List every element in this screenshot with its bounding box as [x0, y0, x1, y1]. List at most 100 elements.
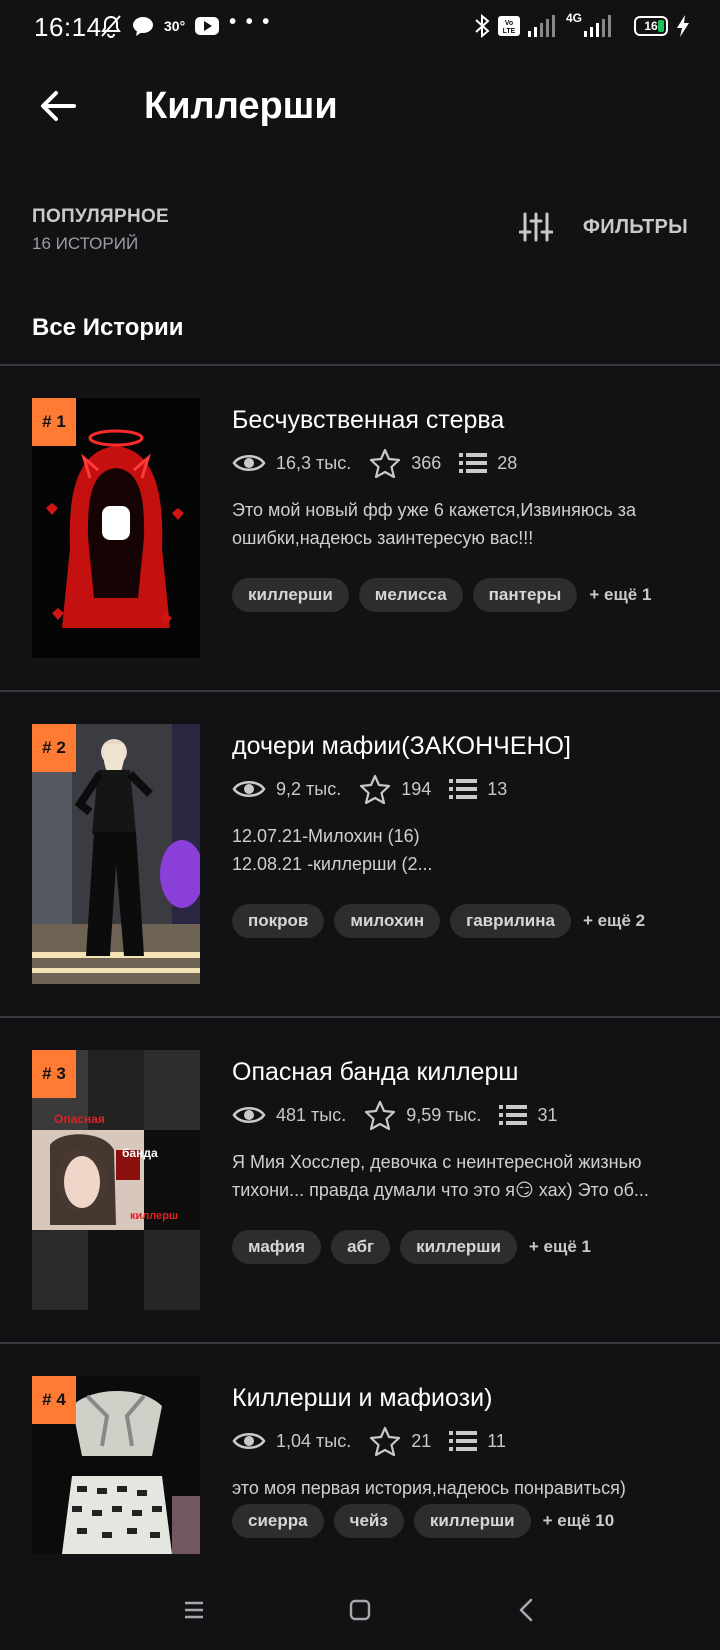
- bell-off-icon: [101, 15, 121, 38]
- votes-stat: 9,59 тыс.: [364, 1100, 481, 1130]
- description-line: 12.08.21 -киллерши (2...: [232, 854, 433, 874]
- list-icon: [449, 1431, 478, 1451]
- status-bar: 16:14 30° • • • Vo LTE 4G 16: [0, 0, 720, 56]
- tag[interactable]: сиерра: [232, 1504, 324, 1538]
- bluetooth-icon: [475, 14, 490, 38]
- cover-text: киллерш: [130, 1210, 179, 1222]
- tag[interactable]: мафия: [232, 1230, 322, 1264]
- story-description: это моя первая история,надеюсь понравить…: [232, 1478, 626, 1498]
- story-stats: 16,3 тыс. 366 28: [232, 448, 535, 478]
- more-tags-link[interactable]: + ещё 1: [589, 585, 651, 605]
- tag[interactable]: чейз: [333, 1504, 404, 1538]
- more-tags-link[interactable]: + ещё 2: [583, 911, 645, 931]
- svg-text:Vo: Vo: [505, 20, 513, 27]
- volte-icon: Vo LTE: [497, 16, 520, 36]
- parts-count: 11: [487, 1430, 506, 1451]
- description-line: тихони... правда думали что это я😏 хах) …: [232, 1180, 649, 1200]
- more-tags-link[interactable]: + ещё 10: [543, 1511, 615, 1531]
- status-time: 16:14: [34, 12, 102, 42]
- tag-list: мафия абг киллерши + ещё 1: [232, 1230, 591, 1264]
- parts-stat: 31: [499, 1104, 557, 1126]
- tag[interactable]: киллерши: [232, 578, 349, 612]
- menu-icon: [185, 1601, 203, 1619]
- story-title[interactable]: дочери мафии(ЗАКОНЧЕНО]: [232, 732, 571, 761]
- home-button[interactable]: [340, 1590, 380, 1630]
- cover-text: Опасная: [54, 1112, 105, 1126]
- story-title[interactable]: Киллерши и мафиози): [232, 1384, 492, 1413]
- status-more-dots: • • •: [229, 10, 272, 33]
- list-icon: [459, 453, 488, 473]
- more-tags-link[interactable]: + ещё 1: [529, 1237, 591, 1257]
- story-card[interactable]: # 3 Опасная банда киллерш Опасная банда …: [0, 1018, 720, 1344]
- page-title: Киллерши: [144, 85, 338, 127]
- signal-icon: [527, 15, 555, 37]
- charging-icon: [677, 15, 689, 37]
- story-stats: 481 тыс. 9,59 тыс. 31: [232, 1100, 575, 1130]
- story-cover[interactable]: # 3 Опасная банда киллерш: [32, 1050, 200, 1310]
- battery-icon: 16: [634, 16, 668, 36]
- story-title[interactable]: Опасная банда киллерш: [232, 1058, 518, 1087]
- system-back-button[interactable]: [506, 1590, 546, 1630]
- views-stat: 9,2 тыс.: [232, 778, 341, 800]
- tag[interactable]: милохин: [334, 904, 441, 938]
- recents-button[interactable]: [174, 1590, 214, 1630]
- battery-level: 16: [644, 19, 658, 33]
- views-count: 16,3 тыс.: [276, 452, 352, 473]
- section-title: Все Истории: [32, 314, 184, 341]
- svg-text:LTE: LTE: [503, 28, 516, 35]
- parts-count: 31: [537, 1104, 558, 1125]
- tag[interactable]: киллерши: [413, 1504, 531, 1538]
- story-description: Я Мия Хосслер, девочка с неинтересной жи…: [232, 1148, 688, 1204]
- tag[interactable]: мелисса: [358, 578, 463, 612]
- story-cover[interactable]: # 1: [32, 398, 200, 658]
- signal-icon: [584, 15, 611, 37]
- parts-stat: 28: [459, 452, 517, 474]
- story-card[interactable]: # 4 Киллерши и мафиози) 1,04 тыс. 21 11 …: [0, 1344, 720, 1554]
- list-icon: [499, 1105, 528, 1125]
- sort-selector[interactable]: ПОПУЛЯРНОЕ 16 ИСТОРИЙ: [32, 206, 169, 254]
- story-description: Это мой новый фф уже 6 кажется,Извиняюсь…: [232, 500, 636, 548]
- description-line: 12.07.21-Милохин (16): [232, 826, 420, 846]
- system-nav-bar: [0, 1570, 720, 1650]
- eye-icon: [232, 455, 266, 471]
- eye-icon: [232, 1433, 266, 1449]
- status-left-icons: 30° • • •: [100, 10, 272, 38]
- star-icon: [360, 774, 391, 804]
- cover-text: банда: [122, 1146, 158, 1160]
- parts-count: 28: [497, 452, 518, 473]
- app-bar: Киллерши: [0, 70, 720, 145]
- tag[interactable]: пантеры: [472, 578, 578, 612]
- arrow-left-icon: [41, 91, 76, 121]
- views-stat: 481 тыс.: [232, 1104, 346, 1126]
- eye-icon: [232, 781, 266, 797]
- back-chevron-icon: [519, 1598, 533, 1622]
- rank-badge: # 4: [32, 1376, 76, 1424]
- back-button[interactable]: [36, 84, 80, 128]
- status-network: 4G: [565, 11, 582, 25]
- star-icon: [370, 448, 401, 478]
- star-icon: [365, 1100, 396, 1130]
- story-stats: 9,2 тыс. 194 13: [232, 774, 525, 804]
- eye-icon: [232, 1107, 266, 1123]
- parts-stat: 13: [449, 778, 507, 800]
- story-stats: 1,04 тыс. 21 11: [232, 1426, 524, 1456]
- story-card[interactable]: # 1 Бесчувственная стерва 16,3 тыс. 366 …: [0, 366, 720, 692]
- tag-list: покров милохин гаврилина + ещё 2: [232, 904, 645, 938]
- story-card[interactable]: # 2 дочери мафии(ЗАКОНЧЕНО] 9,2 тыс. 194: [0, 692, 720, 1018]
- filters-button[interactable]: ФИЛЬТРЫ: [518, 212, 688, 242]
- story-cover[interactable]: # 4: [32, 1376, 200, 1554]
- youtube-icon: [195, 17, 220, 35]
- views-stat: 1,04 тыс.: [232, 1430, 351, 1452]
- sliders-icon: [518, 212, 553, 242]
- votes-count: 21: [411, 1430, 432, 1451]
- tag[interactable]: покров: [232, 904, 325, 938]
- tag[interactable]: киллерши: [400, 1230, 517, 1264]
- status-temperature: 30°: [164, 18, 186, 34]
- story-title[interactable]: Бесчувственная стерва: [232, 406, 504, 435]
- story-description: 12.07.21-Милохин (16) 12.08.21 -киллерши…: [232, 822, 688, 878]
- views-count: 1,04 тыс.: [276, 1430, 352, 1451]
- tag[interactable]: гаврилина: [450, 904, 571, 938]
- story-cover[interactable]: # 2: [32, 724, 200, 984]
- tag-list: киллерши мелисса пантеры + ещё 1: [232, 578, 651, 612]
- tag[interactable]: абг: [331, 1230, 391, 1264]
